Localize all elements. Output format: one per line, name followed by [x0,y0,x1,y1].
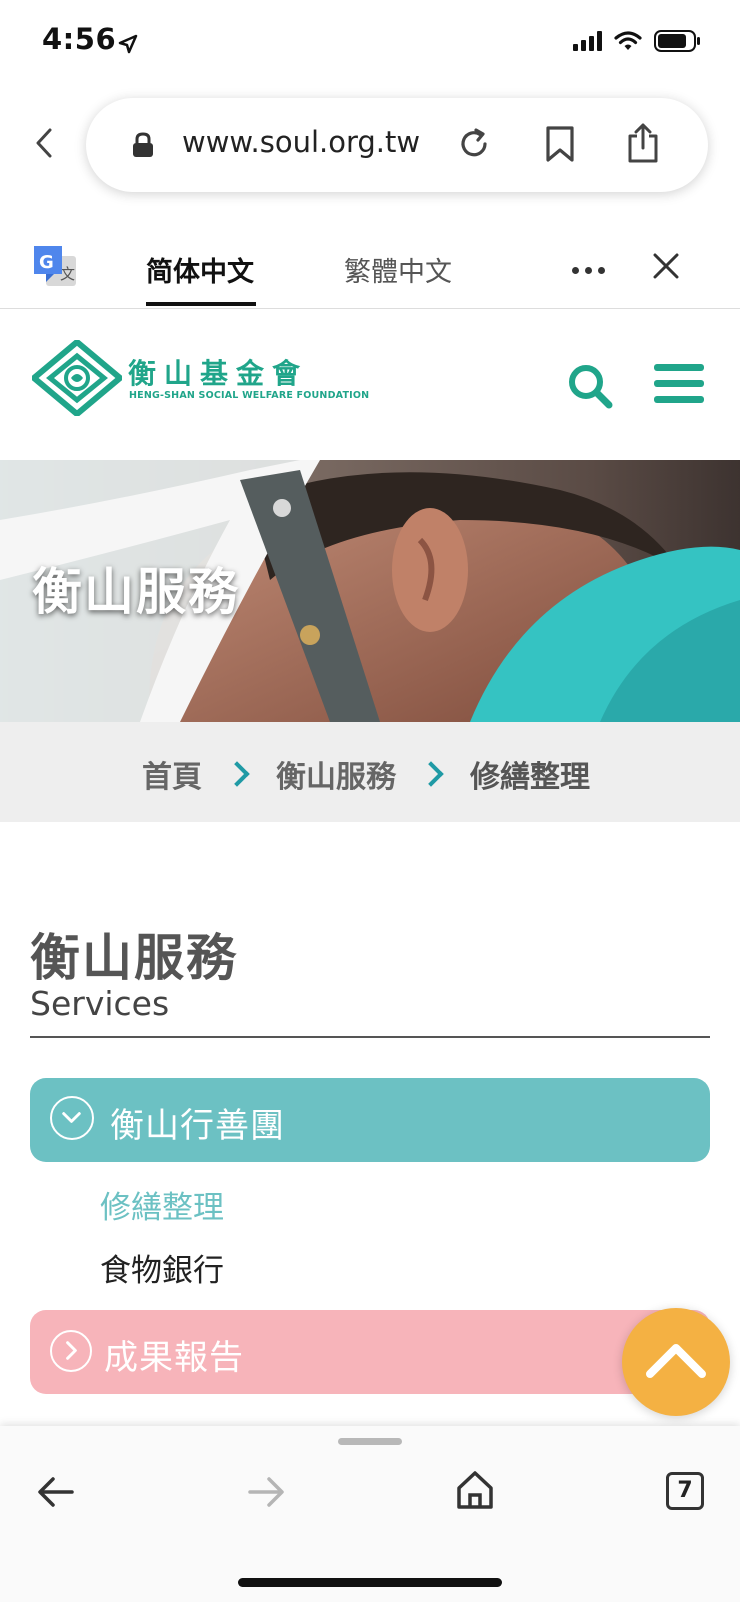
accordion-charity-group[interactable]: 衡山行善團 [30,1078,710,1162]
lock-icon [133,132,153,157]
svg-text:文: 文 [60,265,75,283]
active-tab-underline [146,302,256,306]
google-translate-icon[interactable]: 文 G [32,244,78,290]
browser-back-chevron-icon[interactable] [28,126,62,160]
hamburger-menu-icon[interactable] [654,362,704,410]
section-subtitle: Services [30,984,170,1023]
chevron-right-icon [224,761,250,787]
browser-toolbar [0,1426,740,1602]
chevron-up-icon [646,1344,706,1378]
submenu-item-food-bank[interactable]: 食物銀行 [100,1245,224,1290]
url-text[interactable]: www.soul.org.tw [182,125,420,159]
hero-title: 衡山服務 [32,563,240,621]
tab-count: 7 [677,1478,693,1503]
breadcrumb-home-link[interactable]: 首頁 [142,752,202,796]
logo-english-name: HENG-SHAN SOCIAL WELFARE FOUNDATION [129,390,370,401]
cellular-signal-icon [573,31,602,51]
breadcrumb: 首頁 衡山服務 修繕整理 [0,722,740,822]
svg-text:G: G [39,252,54,273]
breadcrumb-current: 修繕整理 [470,760,590,795]
chevron-down-icon [50,1096,94,1140]
toolbar-grabber[interactable] [338,1438,402,1445]
more-options-icon[interactable] [572,267,605,274]
section-divider [30,1036,710,1038]
submenu-item-repair[interactable]: 修繕整理 [100,1182,224,1227]
bookmark-icon[interactable] [544,125,576,163]
home-icon[interactable] [456,1470,494,1514]
location-arrow-icon [118,34,138,58]
breadcrumb-services-link[interactable]: 衡山服務 [276,752,396,796]
back-arrow-icon[interactable] [36,1474,76,1514]
battery-icon [654,30,700,52]
status-time: 4:56 [42,22,117,56]
accordion-results-report[interactable]: 成果報告 [30,1310,710,1394]
chevron-right-icon [418,761,444,787]
search-icon[interactable] [566,362,614,414]
tabs-button[interactable]: 7 [666,1472,704,1510]
accordion-label: 成果報告 [104,1338,244,1378]
wifi-icon [614,31,642,50]
status-indicators [573,30,702,52]
logo-chinese-name: 衡山基金會 [128,357,309,390]
tab-traditional-chinese[interactable]: 繁體中文 [344,250,452,289]
share-icon[interactable] [626,122,660,164]
forward-arrow-icon[interactable] [246,1474,286,1514]
close-translate-icon[interactable] [652,252,680,284]
section-title: 衡山服務 [30,929,238,987]
divider [0,308,740,309]
site-logo-icon[interactable] [29,338,125,420]
chevron-right-icon [50,1330,92,1372]
accordion-label: 衡山行善團 [110,1106,285,1146]
home-indicator[interactable] [238,1578,502,1587]
tab-simplified-chinese[interactable]: 简体中文 [146,250,254,289]
scroll-to-top-button[interactable] [622,1308,730,1416]
reload-icon[interactable] [456,126,492,162]
address-bar[interactable]: www.soul.org.tw [86,98,708,192]
